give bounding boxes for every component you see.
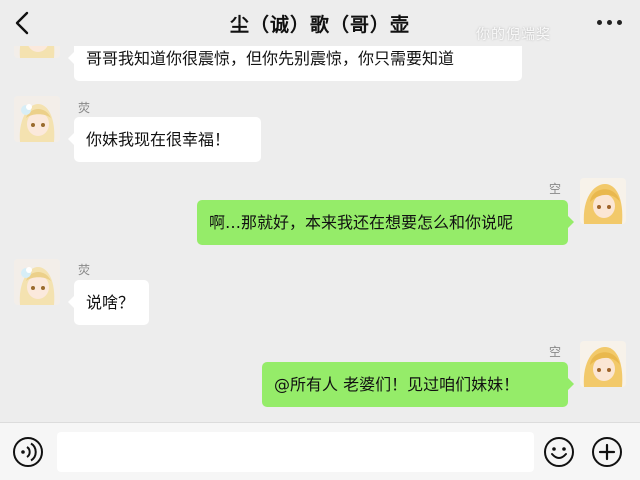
back-arrow-icon[interactable] [10, 9, 36, 37]
message-bubble: 说啥？ [68, 280, 149, 325]
sender-name: 空 [549, 182, 562, 196]
input-bar [0, 422, 640, 480]
message-input[interactable] [57, 432, 534, 472]
sender-name: 空 [549, 345, 562, 359]
sender-name: 荧 [78, 263, 91, 277]
avatar-aether[interactable] [580, 341, 626, 387]
avatar-aether[interactable] [580, 178, 626, 224]
avatar-lumine[interactable] [14, 96, 60, 142]
plus-icon[interactable] [591, 436, 623, 472]
message-bubble: 啊…那就好，本来我还在想要怎么和你说呢 [197, 200, 574, 245]
emoji-icon[interactable] [543, 436, 575, 472]
voice-icon[interactable] [12, 436, 44, 472]
chat-title: 尘（诚）歌（哥）壶 [229, 13, 410, 36]
message-bubble: @所有人 老婆们！见过咱们妹妹！ [262, 362, 574, 407]
watermark-text: 你的倪端奖 [476, 27, 551, 43]
sender-name: 荧 [78, 101, 91, 115]
message-bubble: 你妹我现在很幸福！ [68, 117, 261, 162]
avatar-lumine[interactable] [14, 259, 60, 305]
more-dots-icon[interactable] [597, 20, 622, 25]
